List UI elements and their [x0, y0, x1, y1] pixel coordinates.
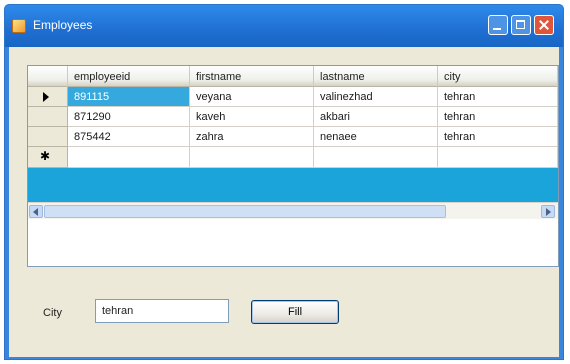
grid-corner-header[interactable]	[28, 66, 68, 87]
cell-city[interactable]: tehran	[438, 87, 558, 107]
cell-lastname[interactable]: akbari	[314, 107, 438, 127]
row-header[interactable]	[28, 127, 68, 147]
cell-city[interactable]: tehran	[438, 127, 558, 147]
window-title: Employees	[33, 18, 93, 32]
cell-firstname[interactable]: zahra	[190, 127, 314, 147]
scroll-thumb[interactable]	[44, 205, 446, 218]
new-row-header[interactable]	[28, 147, 68, 168]
horizontal-scrollbar[interactable]	[28, 202, 558, 220]
maximize-button[interactable]	[511, 15, 531, 35]
column-header-employeeid[interactable]: employeeid	[68, 66, 190, 87]
row-header[interactable]	[28, 107, 68, 127]
column-header-city[interactable]: city	[438, 66, 558, 87]
minimize-button[interactable]	[488, 15, 508, 35]
scroll-left-arrow-icon[interactable]	[29, 205, 43, 218]
column-header-lastname[interactable]: lastname	[314, 66, 438, 87]
new-row-cell[interactable]	[314, 147, 438, 168]
new-row-cell[interactable]	[68, 147, 190, 168]
column-header-firstname[interactable]: firstname	[190, 66, 314, 87]
employees-datagrid[interactable]: employeeid firstname lastname city 89111…	[27, 65, 559, 267]
grid-empty-area	[28, 168, 558, 202]
city-input[interactable]: tehran	[95, 299, 229, 323]
cell-firstname[interactable]: kaveh	[190, 107, 314, 127]
grid-background	[28, 219, 558, 266]
cell-lastname[interactable]: nenaee	[314, 127, 438, 147]
cell-employeeid[interactable]: 875442	[68, 127, 190, 147]
cell-employeeid[interactable]: 871290	[68, 107, 190, 127]
cell-lastname[interactable]: valinezhad	[314, 87, 438, 107]
cell-employeeid[interactable]: 891115	[68, 87, 190, 107]
form-body: employeeid firstname lastname city 89111…	[9, 47, 559, 357]
cell-city[interactable]: tehran	[438, 107, 558, 127]
title-bar[interactable]: Employees	[5, 5, 563, 47]
close-button[interactable]	[534, 15, 554, 35]
new-row-cell[interactable]	[438, 147, 558, 168]
cell-firstname[interactable]: veyana	[190, 87, 314, 107]
row-header-current[interactable]	[28, 87, 68, 107]
city-label: City	[43, 307, 62, 319]
new-row-cell[interactable]	[190, 147, 314, 168]
fill-button[interactable]: Fill	[251, 300, 339, 324]
employees-window: Employees employeeid firstname lastname …	[4, 4, 564, 360]
scroll-right-arrow-icon[interactable]	[541, 205, 555, 218]
app-icon	[12, 19, 26, 33]
